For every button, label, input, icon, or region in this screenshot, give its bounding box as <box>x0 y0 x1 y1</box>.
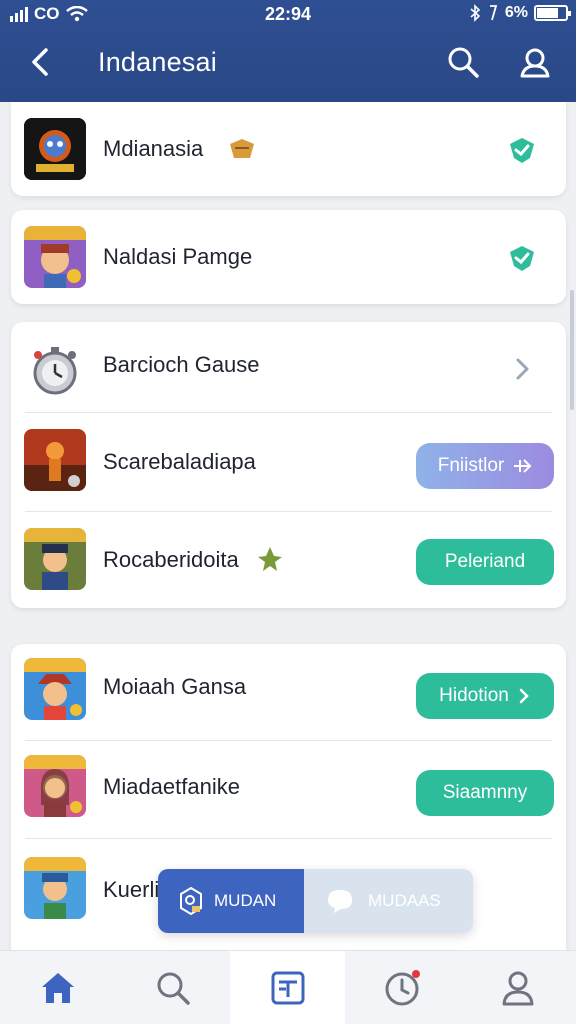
list-item[interactable]: Moiaah Gansa Hidotion <box>11 644 566 742</box>
list-item-label: Miadaetfanike <box>103 774 240 799</box>
alarm-icon <box>489 5 498 21</box>
button-label: Hidotion <box>439 685 509 706</box>
check-badge-icon <box>510 138 534 163</box>
status-bar: CO 22:94 6% <box>0 0 576 30</box>
stopwatch-thumbnail <box>24 339 86 401</box>
list-item[interactable]: Barcioch Gause <box>11 322 566 420</box>
home-icon <box>41 973 74 1003</box>
status-right: 6% <box>469 4 571 22</box>
game-thumbnail <box>24 857 86 919</box>
nav-board[interactable] <box>230 951 345 1024</box>
shield-icon <box>180 886 202 916</box>
search-icon <box>448 47 479 78</box>
list-item-label: Moiaah Gansa <box>103 674 247 699</box>
list-item-label: Scarebaladiapa <box>103 449 256 474</box>
bluetooth-icon <box>470 4 481 22</box>
segment-label: MUDAN <box>214 891 277 910</box>
notification-dot <box>411 970 420 978</box>
list-card: Barcioch Gause Scarebaladiapa Fniistlor <box>11 322 566 608</box>
nav-history[interactable] <box>345 951 460 1024</box>
page-title: Indanesai <box>98 47 217 77</box>
fniistlor-button[interactable]: Fniistlor <box>416 443 554 489</box>
app-header: CO 22:94 6% Indanesai <box>0 0 576 102</box>
board-icon <box>271 971 304 1005</box>
list-item-label: Barcioch Gause <box>103 352 260 377</box>
list-item[interactable]: Rocaberidoita Peleriand <box>11 512 566 610</box>
stopwatch-icon <box>33 347 77 395</box>
button-label: Peleriand <box>444 551 526 572</box>
list-item-label: Kuerli <box>103 877 160 902</box>
search-icon <box>157 972 190 1005</box>
siaamnny-button[interactable]: Siaamnny <box>416 770 554 816</box>
search-button[interactable] <box>443 42 483 82</box>
segmented-control: MUDAN MUDAAS <box>158 869 473 933</box>
list-item[interactable]: Miadaetfanike Siaamnny <box>11 741 566 839</box>
scrollbar[interactable] <box>570 290 574 410</box>
chevron-right-icon <box>516 358 529 380</box>
plane-icon <box>514 459 532 473</box>
game-thumbnail <box>24 118 86 180</box>
chevron-left-icon <box>32 48 48 76</box>
peleriand-button[interactable]: Peleriand <box>416 539 554 585</box>
back-button[interactable] <box>22 42 58 82</box>
game-thumbnail <box>24 226 86 288</box>
leaf-icon <box>258 547 282 571</box>
list-item-label: Naldasi Pamge <box>103 244 253 269</box>
profile-icon <box>502 971 534 1006</box>
battery-icon <box>534 5 571 21</box>
game-thumbnail <box>24 658 86 720</box>
bottom-nav <box>0 950 576 1024</box>
hidotion-button[interactable]: Hidotion <box>416 673 554 719</box>
segment-label: MUDAAS <box>368 891 441 910</box>
chat-bubble-icon <box>328 890 352 913</box>
segment-mudan[interactable]: MUDAN <box>158 869 304 933</box>
segment-mudaas[interactable]: MUDAAS <box>304 869 473 933</box>
game-thumbnail <box>24 429 86 491</box>
nav-search[interactable] <box>115 951 230 1024</box>
clock-icon <box>385 970 420 1006</box>
game-thumbnail <box>24 528 86 590</box>
button-label: Siaamnny <box>442 782 528 803</box>
button-label: Fniistlor <box>437 455 505 476</box>
game-thumbnail <box>24 755 86 817</box>
list-card: Naldasi Pamge <box>11 210 566 304</box>
list-item[interactable]: Mdianasia <box>11 102 566 200</box>
list-item-label: Mdianasia <box>103 136 204 161</box>
list-item-label: Rocaberidoita <box>103 547 239 572</box>
nav-profile[interactable] <box>460 951 576 1024</box>
list-card: Mdianasia <box>11 102 566 196</box>
chevron-right-icon <box>519 688 529 704</box>
list-item[interactable]: Naldasi Pamge <box>11 210 566 308</box>
badge-icon <box>230 139 254 158</box>
battery-percent: 6% <box>504 4 528 21</box>
user-icon <box>520 48 550 78</box>
check-badge-icon <box>510 246 534 271</box>
nav-home[interactable] <box>0 951 115 1024</box>
account-button[interactable] <box>515 42 555 82</box>
list-item[interactable]: Scarebaladiapa Fniistlor <box>11 413 566 511</box>
